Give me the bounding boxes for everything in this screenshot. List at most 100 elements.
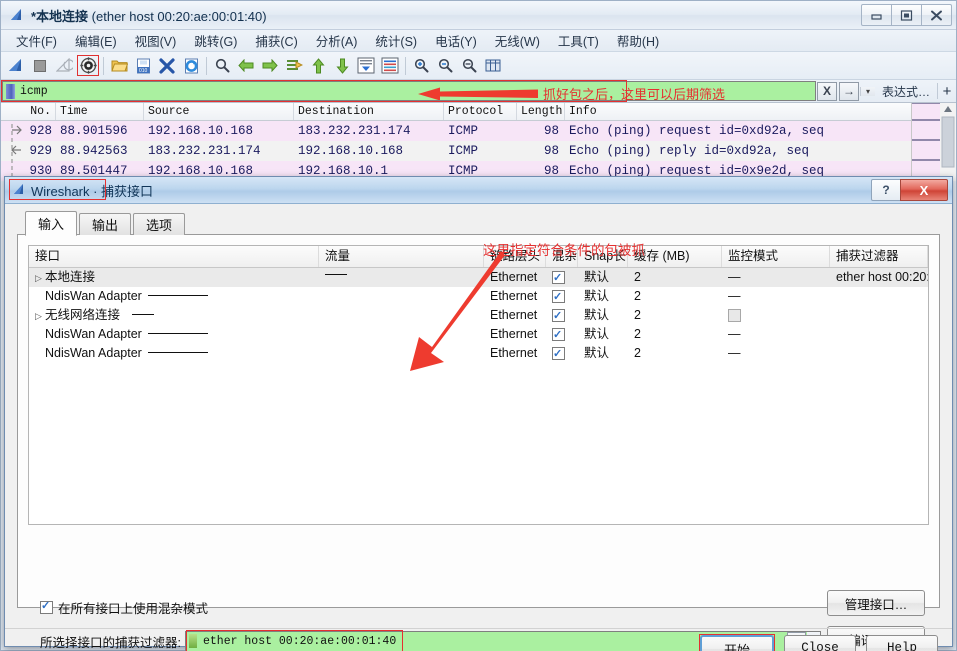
menu-file[interactable]: 文件(F) — [7, 29, 66, 52]
cell-interface-name[interactable]: ▷ 本地连接 — [29, 268, 319, 287]
cell-snaplen: 默认 — [584, 327, 610, 341]
column-header-protocol[interactable]: Protocol — [444, 103, 517, 120]
autoscroll-icon[interactable] — [354, 54, 378, 77]
zoom-out-icon[interactable] — [433, 54, 457, 77]
cell-monitor-mode: — — [728, 270, 741, 284]
menu-go[interactable]: 跳转(G) — [185, 29, 246, 52]
start-capture-icon[interactable] — [4, 54, 28, 77]
promiscuous-checkbox[interactable] — [552, 269, 565, 287]
cell-capture-filter[interactable] — [830, 287, 928, 306]
find-packet-icon[interactable] — [210, 54, 234, 77]
close-button[interactable] — [921, 4, 952, 26]
dialog-help-button[interactable]: ? — [871, 179, 901, 201]
promiscuous-all-row[interactable]: 在所有接口上使用混杂模式 — [40, 598, 208, 617]
column-header-length[interactable]: Length — [517, 103, 565, 120]
monitor-mode-checkbox[interactable] — [728, 309, 741, 323]
go-to-packet-icon[interactable] — [282, 54, 306, 77]
capture-filter-bookmark-icon[interactable] — [188, 634, 197, 648]
menu-telephony[interactable]: 电话(Y) — [426, 29, 486, 52]
start-button[interactable]: 开始 — [699, 634, 775, 651]
tab-input[interactable]: 输入 — [25, 211, 78, 236]
column-header-interface[interactable]: 接口 — [29, 246, 319, 267]
stop-capture-icon[interactable] — [28, 54, 52, 77]
promiscuous-checkbox[interactable] — [552, 345, 565, 363]
toolbar-separator — [103, 56, 104, 75]
packet-relation-gutter — [1, 120, 23, 181]
cell-interface-name[interactable]: NdisWan Adapter — [29, 325, 319, 344]
menu-tools[interactable]: 工具(T) — [549, 29, 608, 52]
packet-list-scrollbar[interactable] — [939, 103, 956, 181]
reload-file-icon[interactable] — [179, 54, 203, 77]
resize-columns-icon[interactable] — [481, 54, 505, 77]
menu-analyze[interactable]: 分析(A) — [307, 29, 367, 52]
packet-list[interactable]: No. Time Source Destination Protocol Len… — [1, 102, 956, 181]
column-header-time[interactable]: Time — [56, 103, 144, 120]
expand-arrow-icon[interactable]: ▷ — [35, 307, 45, 325]
promiscuous-checkbox[interactable] — [552, 288, 565, 306]
go-back-icon[interactable] — [234, 54, 258, 77]
cell-capture-filter[interactable] — [830, 344, 928, 363]
cell-capture-filter[interactable] — [830, 325, 928, 344]
restart-capture-icon[interactable] — [52, 54, 76, 77]
menu-view[interactable]: 视图(V) — [126, 29, 186, 52]
cell-interface-name[interactable]: NdisWan Adapter — [29, 287, 319, 306]
cell-snaplen: 默认 — [584, 346, 610, 360]
promiscuous-checkbox[interactable] — [552, 326, 565, 344]
capture-options-icon[interactable] — [76, 54, 100, 77]
apply-filter-button[interactable]: → — [839, 81, 859, 101]
main-window-title: *本地连接 (ether host 00:20:ae:00:01:40) — [31, 6, 267, 25]
filter-bookmark-icon[interactable] — [6, 83, 15, 99]
column-header-source[interactable]: Source — [144, 103, 294, 120]
menu-wireless[interactable]: 无线(W) — [486, 29, 549, 52]
cell-promiscuous[interactable] — [546, 325, 578, 344]
promiscuous-all-checkbox[interactable] — [40, 599, 53, 614]
help-button[interactable]: Help — [866, 635, 938, 651]
filter-history-dropdown[interactable]: ▾ — [860, 86, 875, 96]
manage-interfaces-button[interactable]: 管理接口… — [827, 590, 925, 616]
column-header-monitor-mode[interactable]: 监控模式 — [722, 246, 830, 267]
menu-edit[interactable]: 编辑(E) — [66, 29, 126, 52]
cell-promiscuous[interactable] — [546, 268, 578, 287]
zoom-in-icon[interactable] — [409, 54, 433, 77]
tab-options[interactable]: 选项 — [133, 213, 186, 235]
table-row[interactable]: 928 88.901596 192.168.10.168 183.232.231… — [1, 121, 956, 141]
go-last-packet-icon[interactable] — [330, 54, 354, 77]
minimize-button[interactable] — [861, 4, 892, 26]
clear-filter-button[interactable]: X — [817, 81, 837, 101]
column-header-capture-filter[interactable]: 捕获过滤器 — [830, 246, 928, 267]
expand-arrow-icon[interactable]: ▷ — [35, 269, 45, 287]
column-header-no[interactable]: No. — [1, 103, 56, 120]
cell-capture-filter[interactable] — [830, 306, 928, 325]
display-filter-input[interactable]: icmp 抓好包之后，这里可以后期筛选 — [2, 81, 816, 101]
cell-snaplen: 默认 — [584, 289, 610, 303]
promiscuous-checkbox[interactable] — [552, 307, 565, 325]
menu-help[interactable]: 帮助(H) — [608, 29, 668, 52]
cell-capture-filter[interactable]: ether host 00:20:ae:00:01:40 — [830, 268, 928, 287]
open-file-icon[interactable] — [107, 54, 131, 77]
dialog-close-button[interactable]: X — [900, 179, 948, 201]
go-first-packet-icon[interactable] — [306, 54, 330, 77]
go-forward-icon[interactable] — [258, 54, 282, 77]
cell-interface-name[interactable]: ▷ 无线网络连接 — [29, 306, 319, 325]
window-controls — [861, 4, 952, 26]
column-header-info[interactable]: Info — [565, 103, 956, 120]
maximize-button[interactable] — [891, 4, 922, 26]
cell-monitor-mode[interactable] — [722, 306, 830, 325]
menu-capture[interactable]: 捕获(C) — [246, 29, 306, 52]
colorize-icon[interactable] — [378, 54, 402, 77]
interface-label: 无线网络连接 — [45, 308, 121, 322]
save-file-icon[interactable]: 010 — [131, 54, 155, 77]
menu-statistics[interactable]: 统计(S) — [366, 29, 426, 52]
zoom-reset-icon[interactable] — [457, 54, 481, 77]
cell-promiscuous[interactable] — [546, 344, 578, 363]
filter-expression-button[interactable]: 表达式… — [875, 83, 937, 100]
table-row[interactable]: 929 88.942563 183.232.231.174 192.168.10… — [1, 141, 956, 161]
cell-promiscuous[interactable] — [546, 287, 578, 306]
column-header-destination[interactable]: Destination — [294, 103, 444, 120]
add-filter-button[interactable]: + — [938, 83, 956, 100]
close-button[interactable]: Close — [784, 635, 856, 651]
close-file-icon[interactable] — [155, 54, 179, 77]
cell-promiscuous[interactable] — [546, 306, 578, 325]
tab-output[interactable]: 输出 — [79, 213, 132, 235]
cell-interface-name[interactable]: NdisWan Adapter — [29, 344, 319, 363]
